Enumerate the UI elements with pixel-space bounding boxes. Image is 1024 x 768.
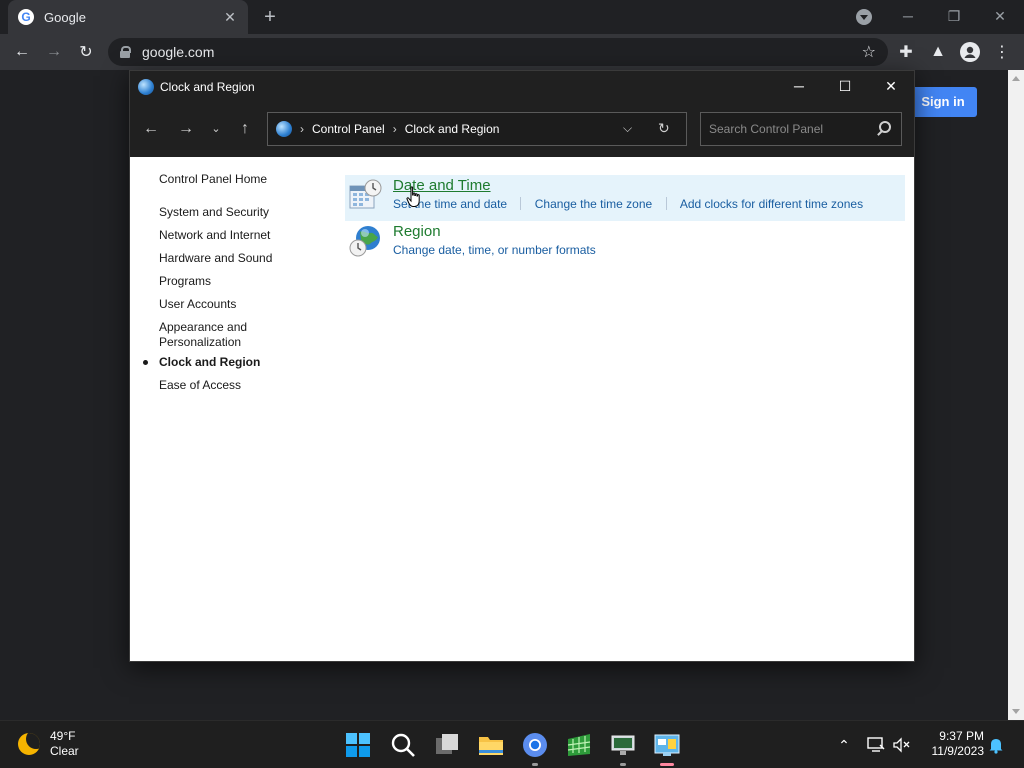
control-panel-app-icon <box>138 79 154 95</box>
bookmark-star-icon[interactable]: ☆ <box>862 42 876 62</box>
chrome-browser-icon[interactable] <box>521 731 549 759</box>
search-icon[interactable] <box>389 731 417 759</box>
running-indicator <box>532 763 538 766</box>
window-title-bar: Clock and Region ─ ☐ ✕ <box>130 71 914 103</box>
reload-icon[interactable]: ↻ <box>72 38 100 66</box>
scroll-down-icon[interactable] <box>1012 709 1020 714</box>
breadcrumb-clock-and-region[interactable]: Clock and Region <box>405 122 500 136</box>
window-maximize-button[interactable]: ☐ <box>822 71 868 101</box>
volume-muted-icon[interactable] <box>892 735 912 755</box>
change-time-zone-link[interactable]: Change the time zone <box>535 197 652 211</box>
navigation-bar: ← → ⌄ ↑ › Control Panel › Clock and Regi… <box>130 103 914 157</box>
lock-icon <box>120 46 131 58</box>
start-windows-icon[interactable] <box>344 731 372 759</box>
browser-minimize-button[interactable]: ─ <box>888 4 928 28</box>
breadcrumb-separator-icon[interactable]: › <box>300 122 304 136</box>
region-links: Change date, time, or number formats <box>393 243 596 257</box>
category-region: Region Change date, time, or number form… <box>345 221 905 267</box>
forward-arrow-icon[interactable]: → <box>40 38 68 66</box>
tab-search-icon[interactable] <box>856 9 872 25</box>
nav-up-icon[interactable]: ↑ <box>233 117 257 141</box>
active-item-bullet-icon <box>143 360 148 365</box>
sidebar-item-clock-and-region[interactable]: Clock and Region <box>159 355 260 370</box>
control-panel-home-link[interactable]: Control Panel Home <box>159 172 267 187</box>
task-view-icon[interactable] <box>433 731 461 759</box>
sidebar-item-user-accounts[interactable]: User Accounts <box>159 297 236 312</box>
browser-menu-icon[interactable]: ⋮ <box>988 38 1016 66</box>
link-divider <box>520 197 522 210</box>
refresh-icon[interactable]: ↻ <box>658 120 670 137</box>
spreadsheet-app-icon[interactable] <box>565 731 593 759</box>
extensions-puzzle-icon[interactable]: ✚ <box>892 38 920 66</box>
breadcrumb-separator-icon[interactable]: › <box>393 122 397 136</box>
sign-in-button[interactable]: Sign in <box>909 87 977 117</box>
calendar-clock-icon <box>349 179 382 209</box>
browser-tab[interactable]: G Google ✕ <box>8 0 248 34</box>
left-navigation-pane: Control Panel Home System and Security N… <box>130 157 340 661</box>
clock-date: 11/9/2023 <box>931 744 985 758</box>
window-minimize-button[interactable]: ─ <box>776 71 822 101</box>
scroll-up-icon[interactable] <box>1012 76 1020 81</box>
tab-title: Google <box>44 9 86 25</box>
moon-icon <box>18 733 40 755</box>
new-tab-button[interactable]: + <box>258 5 282 29</box>
remote-desktop-icon[interactable] <box>609 731 637 759</box>
window-close-button[interactable]: ✕ <box>868 71 914 101</box>
page-scrollbar[interactable] <box>1008 70 1024 720</box>
region-heading[interactable]: Region <box>393 223 441 240</box>
file-explorer-folder-icon[interactable] <box>477 731 505 759</box>
nav-forward-icon[interactable]: → <box>174 117 198 141</box>
address-dropdown-chevron-icon[interactable]: ⌵ <box>623 121 632 136</box>
nav-back-icon[interactable]: ← <box>139 117 163 141</box>
system-clock[interactable]: 9:37 PM 11/9/2023 <box>920 729 985 759</box>
profile-avatar-icon[interactable] <box>956 38 984 66</box>
sidebar-item-system-and-security[interactable]: System and Security <box>159 205 269 220</box>
sidebar-item-ease-of-access[interactable]: Ease of Access <box>159 378 241 393</box>
browser-toolbar: ← → ↻ google.com ☆ ✚ ▲ ⋮ <box>0 34 1024 70</box>
notification-bell-icon[interactable] <box>986 735 1006 755</box>
sidebar-item-appearance-and-personalization[interactable]: Appearance and Personalization <box>159 320 269 350</box>
weather-temperature: 49°F <box>50 729 76 743</box>
hand-pointer-cursor-icon <box>406 186 420 207</box>
breadcrumb-control-panel[interactable]: Control Panel <box>312 122 385 136</box>
sidebar-item-network-and-internet[interactable]: Network and Internet <box>159 228 270 243</box>
sidebar-item-programs[interactable]: Programs <box>159 274 211 289</box>
globe-clock-icon <box>349 226 380 257</box>
labs-flask-icon[interactable]: ▲ <box>924 38 952 66</box>
search-control-panel-field[interactable] <box>700 112 902 146</box>
google-favicon-icon: G <box>18 9 34 25</box>
browser-restore-button[interactable]: ❐ <box>934 4 974 28</box>
recent-locations-chevron-icon[interactable]: ⌄ <box>204 117 228 141</box>
show-hidden-icons-chevron-icon[interactable]: ⌃ <box>834 735 854 755</box>
address-bar[interactable]: google.com ☆ <box>108 38 888 66</box>
control-panel-taskbar-icon[interactable] <box>653 731 681 759</box>
control-panel-icon <box>276 121 292 137</box>
url-text: google.com <box>142 44 215 60</box>
change-formats-link[interactable]: Change date, time, or number formats <box>393 243 596 257</box>
back-arrow-icon[interactable]: ← <box>8 38 36 66</box>
explorer-address-bar[interactable]: › Control Panel › Clock and Region ⌵ ↻ <box>267 112 687 146</box>
control-panel-window: Clock and Region ─ ☐ ✕ ← → ⌄ ↑ › Control… <box>129 70 915 662</box>
weather-text: 49°F Clear <box>50 729 79 759</box>
browser-tab-strip: G Google ✕ + ─ ❐ ✕ <box>0 0 1024 34</box>
network-display-icon[interactable] <box>866 735 886 755</box>
active-window-indicator <box>660 763 674 766</box>
category-content-pane: Date and Time Set the time and date Chan… <box>340 157 914 661</box>
clock-time: 9:37 PM <box>939 729 984 743</box>
search-icon[interactable] <box>879 121 891 133</box>
weather-widget[interactable]: 49°F Clear <box>18 729 79 759</box>
sidebar-item-hardware-and-sound[interactable]: Hardware and Sound <box>159 251 272 266</box>
windows-taskbar: 49°F Clear ⌃ 9:37 PM 11/9/2023 <box>0 720 1024 768</box>
search-input[interactable] <box>709 122 869 136</box>
window-title: Clock and Region <box>160 80 255 94</box>
browser-close-button[interactable]: ✕ <box>980 4 1020 28</box>
add-clocks-link[interactable]: Add clocks for different time zones <box>680 197 863 211</box>
tab-close-icon[interactable]: ✕ <box>222 9 238 25</box>
category-date-and-time: Date and Time Set the time and date Chan… <box>345 175 905 221</box>
date-and-time-links: Set the time and date Change the time zo… <box>393 197 863 211</box>
weather-description: Clear <box>50 744 79 758</box>
running-indicator <box>620 763 626 766</box>
link-divider <box>665 197 667 210</box>
